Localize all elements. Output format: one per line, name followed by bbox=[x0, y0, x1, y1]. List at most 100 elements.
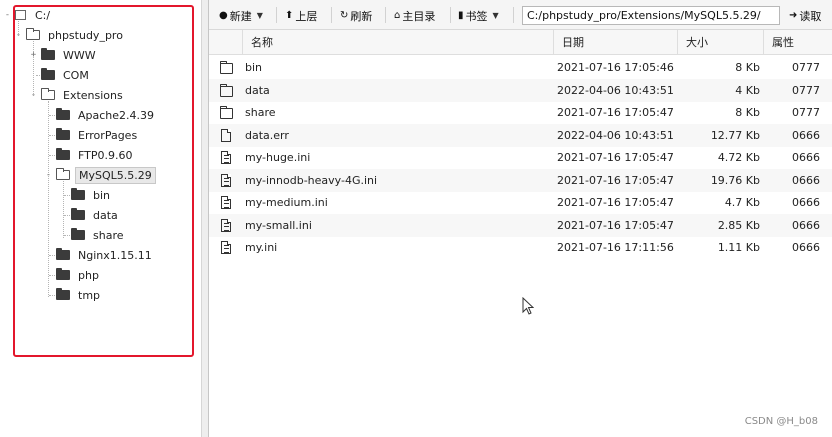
up-level-button[interactable]: ⬆ 上层 bbox=[285, 6, 317, 25]
arrow-up-icon: ⬆ bbox=[285, 10, 294, 21]
directory-tree: - C:/ - phpstudy_pro + WWW COM - Extensi… bbox=[0, 0, 200, 437]
arrow-right-icon: ➜ bbox=[789, 10, 798, 21]
file-attr: 0666 bbox=[792, 151, 820, 164]
tree-node-ftp[interactable]: FTP0.9.60 bbox=[56, 147, 135, 163]
folder-icon bbox=[56, 128, 70, 140]
expand-toggle-icon[interactable]: + bbox=[29, 50, 38, 60]
file-name: data.err bbox=[245, 128, 289, 142]
refresh-icon: ↻ bbox=[340, 10, 349, 21]
table-row[interactable]: data 2022-04-06 10:43:51 4 Kb 0777 bbox=[209, 78, 832, 102]
tree-node-extensions[interactable]: - Extensions bbox=[29, 87, 126, 103]
path-input[interactable]: C:/phpstudy_pro/Extensions/MySQL5.5.29/ bbox=[522, 6, 780, 25]
table-row[interactable]: bin 2021-07-16 17:05:46 8 Kb 0777 bbox=[209, 56, 832, 79]
toolbar-separator bbox=[385, 7, 386, 23]
folder-icon bbox=[71, 208, 85, 220]
file-size: 19.76 Kb bbox=[710, 173, 760, 187]
folder-icon bbox=[56, 268, 70, 280]
toolbar-separator bbox=[331, 7, 332, 23]
column-header-name[interactable]: 名称 bbox=[242, 30, 553, 55]
folder-icon bbox=[56, 108, 70, 120]
column-header-attr[interactable]: 属性 bbox=[763, 30, 832, 55]
toolbar-separator bbox=[513, 7, 514, 23]
file-name: my-huge.ini bbox=[245, 151, 311, 164]
table-row[interactable]: share 2021-07-16 17:05:47 8 Kb 0777 bbox=[209, 101, 832, 124]
table-row[interactable]: my-huge.ini 2021-07-16 17:05:47 4.72 Kb 066… bbox=[209, 146, 832, 169]
file-date: 2022-04-06 10:43:51 bbox=[557, 128, 674, 142]
tree-node-label: WWW bbox=[63, 48, 96, 62]
file-date: 2021-07-16 17:05:47 bbox=[557, 151, 674, 164]
up-level-button-label: 上层 bbox=[295, 9, 318, 23]
refresh-button-label: 刷新 bbox=[350, 9, 373, 23]
file-attr: 0666 bbox=[792, 218, 820, 232]
folder-icon bbox=[41, 68, 55, 80]
file-date: 2021-07-16 17:05:47 bbox=[557, 218, 674, 232]
read-button[interactable]: ➜ 读取 bbox=[789, 6, 821, 25]
tree-node-label: ErrorPages bbox=[78, 128, 138, 142]
tree-node-errorpages[interactable]: ErrorPages bbox=[56, 127, 140, 143]
table-row[interactable]: my-innodb-heavy-4G.ini 2021-07-16 17:05:4… bbox=[209, 168, 832, 192]
bookmark-button[interactable]: ▮ 书签 ▼ bbox=[458, 6, 499, 25]
tree-node-bin[interactable]: bin bbox=[71, 187, 113, 203]
file-name: share bbox=[245, 106, 276, 119]
file-name: my-innodb-heavy-4G.ini bbox=[245, 173, 378, 187]
panel-splitter[interactable] bbox=[201, 0, 209, 437]
file-name: bin bbox=[245, 61, 263, 74]
tree-node-phpstudy-pro[interactable]: - phpstudy_pro bbox=[14, 27, 126, 43]
file-attr: 0666 bbox=[792, 173, 820, 187]
mouse-cursor-icon bbox=[522, 297, 534, 315]
bookmark-button-label: 书签 bbox=[465, 9, 488, 23]
file-size: 12.77 Kb bbox=[710, 128, 760, 142]
tree-node-mysql[interactable]: - MySQL5.5.29 bbox=[44, 166, 156, 184]
plus-circle-icon: ● bbox=[219, 10, 228, 21]
file-name: my-medium.ini bbox=[245, 196, 328, 209]
collapse-toggle-icon[interactable]: - bbox=[29, 90, 38, 100]
tree-node-data[interactable]: data bbox=[71, 207, 121, 223]
new-button[interactable]: ● 新建 ▼ bbox=[219, 6, 263, 25]
tree-node-php[interactable]: php bbox=[56, 267, 102, 283]
column-header-size[interactable]: 大小 bbox=[677, 30, 763, 55]
tree-node-nginx[interactable]: Nginx1.15.11 bbox=[56, 247, 155, 263]
file-attr: 0777 bbox=[792, 83, 820, 97]
file-size: 8 Kb bbox=[735, 61, 760, 74]
collapse-toggle-icon[interactable]: - bbox=[44, 170, 53, 180]
tree-node-label: FTP0.9.60 bbox=[78, 148, 133, 162]
home-directory-button[interactable]: ⌂ 主目录 bbox=[394, 6, 435, 25]
tree-node-label: Nginx1.15.11 bbox=[78, 248, 152, 262]
refresh-button[interactable]: ↻ 刷新 bbox=[340, 6, 372, 25]
caret-down-icon: ▼ bbox=[492, 11, 499, 20]
tree-line bbox=[48, 101, 49, 297]
table-row[interactable]: my.ini 2021-07-16 17:11:56 1.11 Kb 0666 bbox=[209, 236, 832, 259]
table-row[interactable]: my-medium.ini 2021-07-16 17:05:47 4.7 Kb 06… bbox=[209, 191, 832, 214]
folder-icon bbox=[71, 188, 85, 200]
column-header-date[interactable]: 日期 bbox=[553, 30, 677, 55]
folder-icon bbox=[220, 83, 233, 97]
text-file-icon bbox=[221, 218, 231, 232]
tree-node-c-drive[interactable]: - C:/ bbox=[3, 7, 53, 23]
folder-open-icon bbox=[26, 28, 40, 40]
tree-node-com[interactable]: COM bbox=[41, 67, 92, 83]
tree-node-label: COM bbox=[63, 68, 89, 82]
tree-node-tmp[interactable]: tmp bbox=[56, 287, 103, 303]
collapse-toggle-icon[interactable]: - bbox=[14, 30, 23, 40]
tree-node-label: Apache2.4.39 bbox=[78, 108, 155, 122]
folder-icon bbox=[56, 148, 70, 160]
tree-node-label: tmp bbox=[78, 288, 101, 302]
tree-node-www[interactable]: + WWW bbox=[29, 47, 99, 63]
tree-node-label: Extensions bbox=[63, 88, 123, 102]
folder-open-icon bbox=[56, 168, 70, 180]
table-row[interactable]: data.err 2022-04-06 10:43:51 12.77 Kb 0666 bbox=[209, 123, 832, 147]
tree-node-label: share bbox=[93, 228, 124, 242]
toolbar-separator bbox=[450, 7, 451, 23]
collapse-toggle-icon[interactable]: - bbox=[3, 10, 12, 20]
tree-node-share[interactable]: share bbox=[71, 227, 127, 243]
tree-node-label: MySQL5.5.29 bbox=[75, 166, 156, 184]
table-row[interactable]: my-small.ini 2021-07-16 17:05:47 2.85 Kb 06… bbox=[209, 213, 832, 237]
file-date: 2021-07-16 17:05:47 bbox=[557, 173, 674, 187]
tree-node-apache[interactable]: Apache2.4.39 bbox=[56, 107, 157, 123]
file-attr: 0666 bbox=[792, 241, 820, 254]
folder-icon bbox=[71, 228, 85, 240]
file-date: 2021-07-16 17:05:47 bbox=[557, 196, 674, 209]
text-file-icon bbox=[221, 196, 231, 209]
read-button-label: 读取 bbox=[799, 9, 822, 23]
folder-icon bbox=[220, 61, 233, 74]
